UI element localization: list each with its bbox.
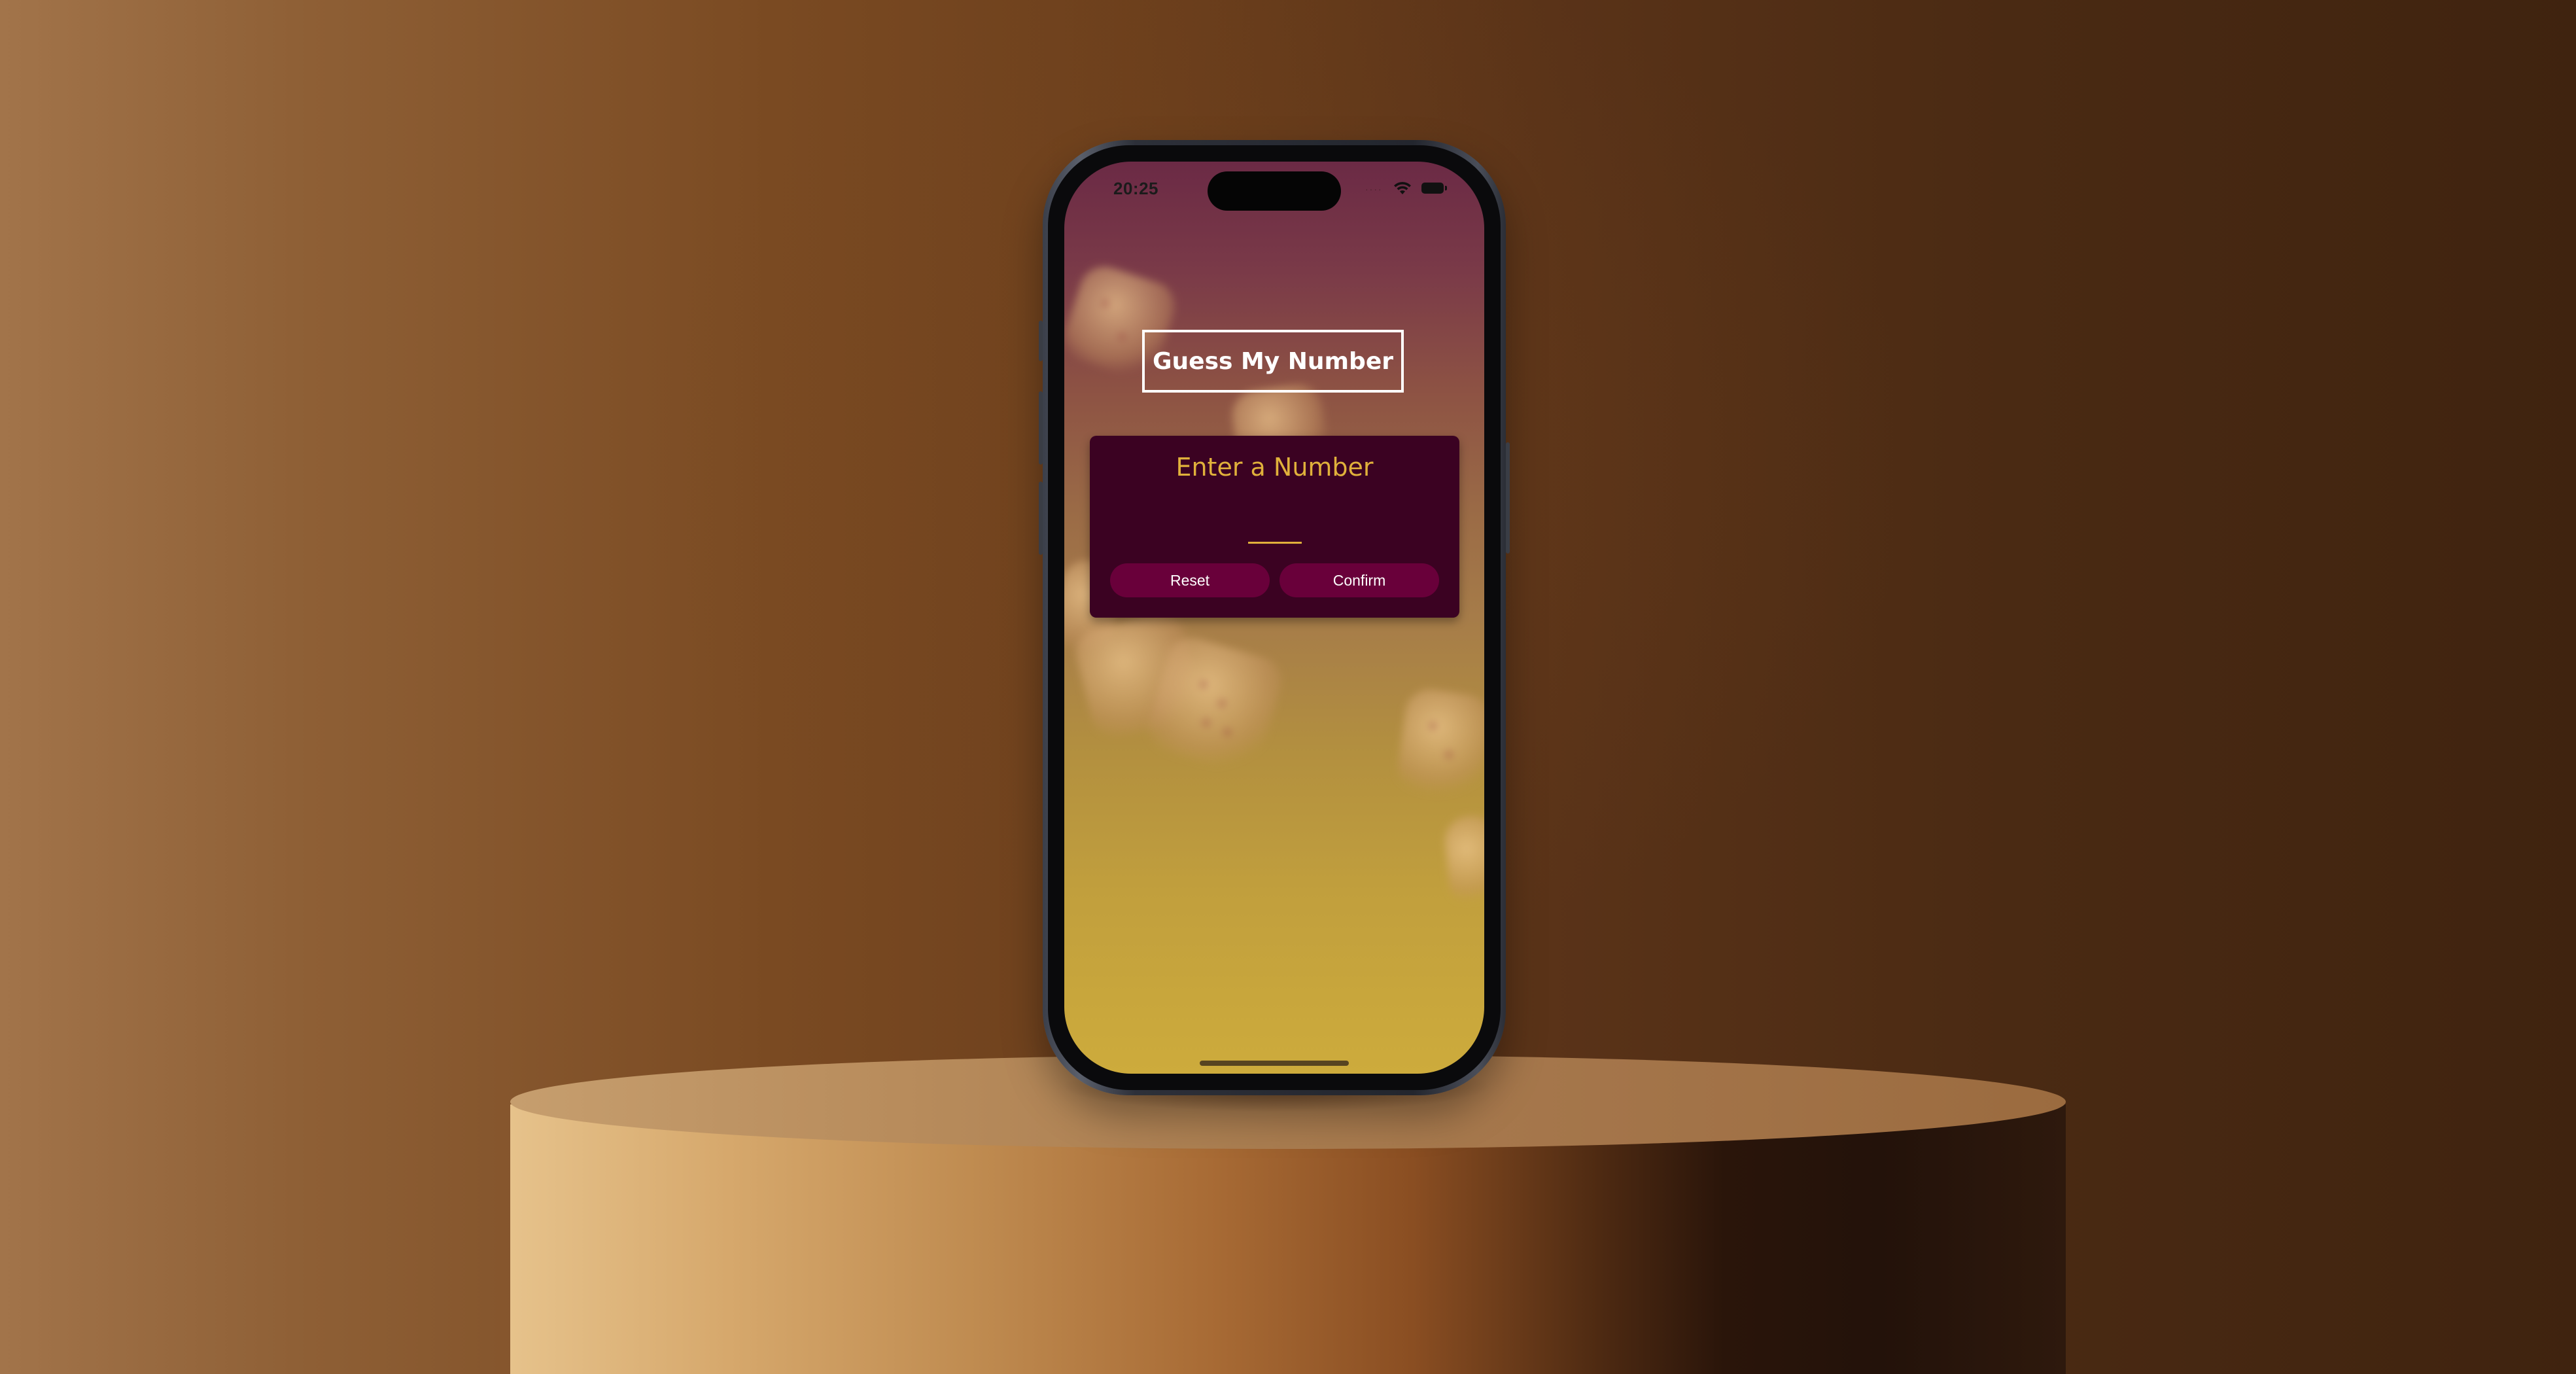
volume-up-button xyxy=(1039,391,1043,465)
app-title: Guess My Number xyxy=(1152,347,1393,375)
app-screen: 20:25 ···· Guess My Number Enter a Numbe… xyxy=(1064,162,1484,1074)
status-bar: 20:25 ···· xyxy=(1064,162,1484,220)
background-die xyxy=(1442,813,1484,910)
title-container: Guess My Number xyxy=(1142,330,1404,393)
card-heading: Enter a Number xyxy=(1175,453,1374,482)
number-input[interactable] xyxy=(1248,513,1302,544)
wifi-icon xyxy=(1394,182,1411,194)
battery-icon xyxy=(1421,183,1447,194)
home-indicator[interactable] xyxy=(1200,1061,1349,1066)
status-time: 20:25 xyxy=(1113,179,1158,198)
background-die xyxy=(1394,686,1484,802)
reset-button[interactable]: Reset xyxy=(1110,563,1270,597)
confirm-button[interactable]: Confirm xyxy=(1279,563,1439,597)
volume-down-button xyxy=(1039,482,1043,555)
power-button xyxy=(1506,442,1510,554)
signal-dots-icon: ···· xyxy=(1365,184,1383,194)
silent-switch xyxy=(1039,321,1043,361)
number-input-card: Enter a Number Reset Confirm xyxy=(1090,436,1459,618)
dynamic-island xyxy=(1208,171,1341,211)
